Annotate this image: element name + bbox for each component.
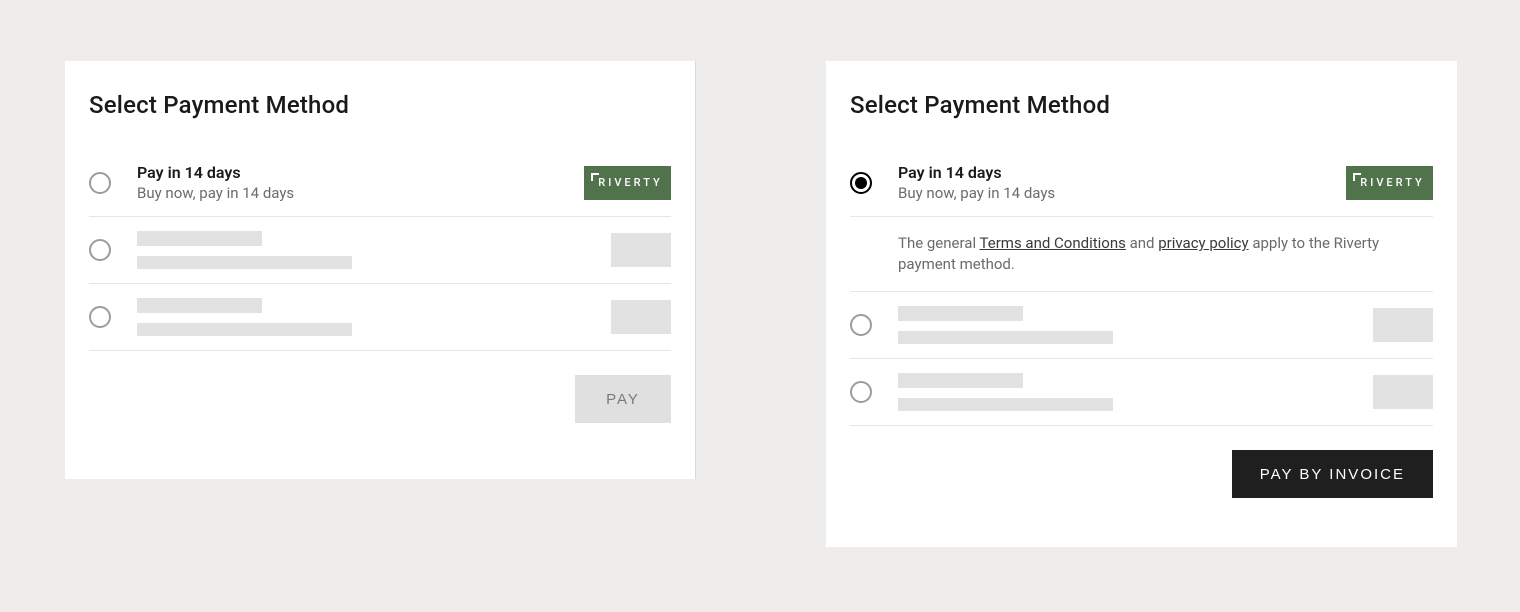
placeholder-subtitle-skeleton bbox=[137, 256, 352, 269]
riverty-badge: RIVERTY bbox=[1346, 166, 1433, 200]
riverty-badge-label: RIVERTY bbox=[1354, 176, 1424, 189]
riverty-corner-icon bbox=[1353, 173, 1361, 181]
pay-button[interactable]: PAY bbox=[575, 375, 671, 423]
radio-checked-icon[interactable] bbox=[850, 172, 872, 194]
payment-option-placeholder-row[interactable] bbox=[89, 284, 671, 351]
payment-panel-unselected: Select Payment Method Pay in 14 days Buy… bbox=[65, 61, 696, 479]
privacy-link[interactable]: privacy policy bbox=[1158, 234, 1248, 252]
placeholder-title-skeleton bbox=[137, 231, 262, 246]
placeholder-title-skeleton bbox=[898, 306, 1023, 321]
panel-footer: PAY BY INVOICE bbox=[850, 426, 1433, 498]
radio-unchecked-icon[interactable] bbox=[89, 306, 111, 328]
panel-title: Select Payment Method bbox=[89, 91, 671, 119]
placeholder-subtitle-skeleton bbox=[898, 331, 1113, 344]
consent-text: The general Terms and Conditions and pri… bbox=[850, 217, 1433, 292]
placeholder-badge bbox=[1373, 375, 1433, 409]
radio-unchecked-icon[interactable] bbox=[850, 381, 872, 403]
radio-unchecked-icon[interactable] bbox=[89, 239, 111, 261]
placeholder-text bbox=[137, 298, 611, 336]
placeholder-badge bbox=[611, 300, 671, 334]
riverty-badge: RIVERTY bbox=[584, 166, 671, 200]
payment-option-placeholder-row[interactable] bbox=[850, 292, 1433, 359]
payment-option-placeholder-row[interactable] bbox=[89, 217, 671, 284]
placeholder-subtitle-skeleton bbox=[898, 398, 1113, 411]
payment-option-text: Pay in 14 days Buy now, pay in 14 days bbox=[898, 163, 1346, 202]
placeholder-text bbox=[898, 373, 1373, 411]
radio-unchecked-icon[interactable] bbox=[850, 314, 872, 336]
payment-panel-selected: Select Payment Method Pay in 14 days Buy… bbox=[826, 61, 1457, 547]
payment-option-title: Pay in 14 days bbox=[137, 163, 584, 182]
payment-option-placeholder-row[interactable] bbox=[850, 359, 1433, 426]
riverty-corner-icon bbox=[591, 173, 599, 181]
payment-option-subtitle: Buy now, pay in 14 days bbox=[898, 184, 1346, 202]
panel-inner: Select Payment Method Pay in 14 days Buy… bbox=[826, 61, 1457, 522]
payment-option-text: Pay in 14 days Buy now, pay in 14 days bbox=[137, 163, 584, 202]
consent-prefix: The general bbox=[898, 234, 980, 252]
panel-title: Select Payment Method bbox=[850, 91, 1433, 119]
payment-option-title: Pay in 14 days bbox=[898, 163, 1346, 182]
placeholder-badge bbox=[611, 233, 671, 267]
radio-unchecked-icon[interactable] bbox=[89, 172, 111, 194]
panel-inner: Select Payment Method Pay in 14 days Buy… bbox=[65, 61, 695, 447]
placeholder-title-skeleton bbox=[137, 298, 262, 313]
placeholder-text bbox=[898, 306, 1373, 344]
panel-footer: PAY bbox=[89, 351, 671, 423]
riverty-badge-label: RIVERTY bbox=[592, 176, 662, 189]
placeholder-title-skeleton bbox=[898, 373, 1023, 388]
consent-mid: and bbox=[1126, 234, 1158, 252]
placeholder-badge bbox=[1373, 308, 1433, 342]
payment-option-row[interactable]: Pay in 14 days Buy now, pay in 14 days R… bbox=[89, 149, 671, 217]
terms-link[interactable]: Terms and Conditions bbox=[980, 234, 1126, 252]
placeholder-text bbox=[137, 231, 611, 269]
pay-by-invoice-button[interactable]: PAY BY INVOICE bbox=[1232, 450, 1433, 498]
placeholder-subtitle-skeleton bbox=[137, 323, 352, 336]
payment-option-row[interactable]: Pay in 14 days Buy now, pay in 14 days R… bbox=[850, 149, 1433, 217]
payment-option-subtitle: Buy now, pay in 14 days bbox=[137, 184, 584, 202]
